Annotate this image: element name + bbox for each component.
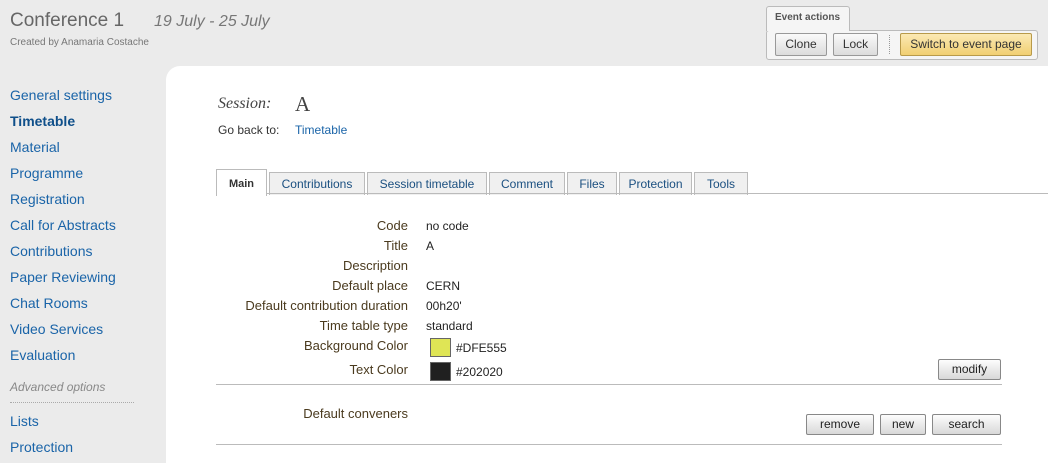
- conference-created-by: Created by Anamaria Costache: [10, 37, 149, 48]
- tab-comment[interactable]: Comment: [489, 172, 565, 195]
- clone-button[interactable]: Clone: [775, 33, 827, 56]
- timetable-type-value: standard: [426, 319, 473, 333]
- modify-button[interactable]: modify: [938, 359, 1001, 380]
- duration-label: Default contribution duration: [245, 298, 408, 313]
- session-name: A: [295, 92, 311, 116]
- tab-session-timetable[interactable]: Session timetable: [367, 172, 487, 195]
- conference-dates: 19 July - 25 July: [154, 13, 270, 30]
- timetable-type-label: Time table type: [319, 318, 408, 333]
- go-back-label: Go back to:: [218, 123, 280, 137]
- code-label: Code: [376, 218, 408, 233]
- page-header: Conference 1 19 July - 25 July Created b…: [0, 0, 1048, 66]
- background-color-label: Background Color: [303, 338, 408, 353]
- sidebar-advanced-options-heading: Advanced options: [10, 380, 106, 394]
- sidebar-item-chat-rooms[interactable]: Chat Rooms: [10, 295, 88, 311]
- event-actions-separator: [889, 35, 890, 54]
- background-color-swatch: [430, 338, 451, 357]
- event-actions-tab: Event actions: [766, 6, 850, 31]
- text-color-swatch: [430, 362, 451, 381]
- default-place-label: Default place: [332, 278, 408, 293]
- text-color-label: Text Color: [349, 362, 408, 377]
- sidebar: General settings Timetable Material Prog…: [0, 66, 166, 463]
- tab-panel-border: [216, 193, 1048, 194]
- title-value: A: [426, 239, 435, 253]
- tab-protection[interactable]: Protection: [619, 172, 692, 195]
- remove-convener-button[interactable]: remove: [806, 414, 874, 435]
- main-panel: Session: A Go back to: Timetable Main Co…: [166, 66, 1048, 463]
- section-divider-bottom: [216, 444, 1002, 445]
- sidebar-item-general-settings[interactable]: General settings: [10, 87, 112, 103]
- sidebar-divider: [10, 402, 134, 403]
- sidebar-item-lists[interactable]: Lists: [10, 413, 39, 429]
- tab-contributions[interactable]: Contributions: [269, 172, 365, 195]
- sidebar-item-video-services[interactable]: Video Services: [10, 321, 103, 337]
- sidebar-item-timetable[interactable]: Timetable: [10, 113, 75, 129]
- section-divider: [216, 384, 1002, 385]
- switch-to-event-page-button[interactable]: Switch to event page: [900, 33, 1032, 56]
- sidebar-item-material[interactable]: Material: [10, 139, 60, 155]
- search-convener-button[interactable]: search: [932, 414, 1001, 435]
- default-place-value: CERN: [426, 279, 461, 293]
- sidebar-item-registration[interactable]: Registration: [10, 191, 85, 207]
- event-actions-label: Event actions: [775, 12, 841, 23]
- sidebar-item-evaluation[interactable]: Evaluation: [10, 347, 75, 363]
- lock-button[interactable]: Lock: [833, 33, 878, 56]
- tab-files[interactable]: Files: [567, 172, 617, 195]
- sidebar-item-contributions[interactable]: Contributions: [10, 243, 93, 259]
- default-conveners-label: Default conveners: [303, 406, 408, 421]
- title-label: Title: [383, 238, 408, 253]
- go-back-timetable-link[interactable]: Timetable: [295, 123, 347, 137]
- tab-tools[interactable]: Tools: [694, 172, 748, 195]
- code-value: no code: [426, 219, 469, 233]
- text-color-value: #202020: [456, 365, 503, 379]
- duration-value: 00h20': [426, 299, 462, 313]
- session-label: Session:: [218, 95, 272, 112]
- sidebar-item-call-for-abstracts[interactable]: Call for Abstracts: [10, 217, 116, 233]
- conference-title: Conference 1: [10, 10, 125, 31]
- sidebar-item-programme[interactable]: Programme: [10, 165, 83, 181]
- new-convener-button[interactable]: new: [880, 414, 926, 435]
- sidebar-item-protection[interactable]: Protection: [10, 439, 73, 455]
- description-label: Description: [342, 258, 408, 273]
- tab-main[interactable]: Main: [216, 169, 267, 196]
- sidebar-item-paper-reviewing[interactable]: Paper Reviewing: [10, 269, 116, 285]
- background-color-value: #DFE555: [456, 341, 507, 355]
